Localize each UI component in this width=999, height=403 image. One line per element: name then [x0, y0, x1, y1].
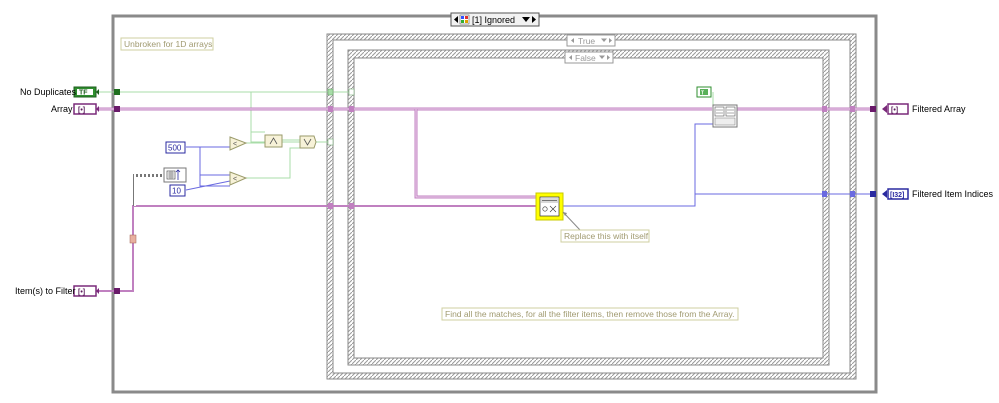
block-diagram: [1] Ignored Unbroken for 1D arrays True …	[15, 12, 994, 394]
filtered-array-label: Filtered Array	[912, 104, 966, 114]
svg-text:Find all the matches, for all: Find all the matches, for all the filter…	[445, 309, 734, 319]
svg-text:500: 500	[168, 144, 182, 153]
comment-find[interactable]: Find all the matches, for all the filter…	[441, 307, 739, 321]
comment-unbroken[interactable]: Unbroken for 1D arrays	[120, 37, 214, 51]
svg-text:TF: TF	[79, 90, 88, 97]
svg-text:Replace this with itself: Replace this with itself	[564, 231, 649, 241]
svg-text:<: <	[233, 141, 237, 148]
and-node[interactable]	[264, 134, 283, 148]
svg-text:<: <	[233, 176, 237, 183]
constant-10[interactable]: 10	[169, 184, 186, 197]
delete-from-array-node[interactable]	[712, 104, 738, 128]
svg-text:[•]: [•]	[891, 107, 898, 114]
case-selector-label: [1] Ignored	[472, 15, 515, 25]
search-subvi-node[interactable]	[535, 192, 564, 221]
less-than-node-2[interactable]: <	[229, 171, 248, 186]
filtered-item-indices-label: Filtered Item Indices	[912, 189, 994, 199]
array-label: Array	[51, 104, 73, 114]
true-case-selector[interactable]: True	[566, 34, 616, 47]
array-size-node[interactable]	[163, 167, 187, 183]
svg-text:[I32]: [I32]	[890, 192, 904, 199]
constant-500[interactable]: 500	[165, 141, 186, 154]
svg-text:10: 10	[172, 187, 181, 196]
svg-text:T: T	[701, 91, 704, 97]
true-constant[interactable]: T	[696, 86, 712, 98]
svg-text:Unbroken for 1D arrays: Unbroken for 1D arrays	[124, 39, 212, 49]
no-duplicates-label: No Duplicates	[20, 87, 77, 97]
items-to-filter-label: Item(s) to Filter	[15, 286, 76, 296]
comment-replace[interactable]: Replace this with itself	[560, 229, 650, 243]
boolean-wire	[98, 91, 352, 143]
svg-text:[•]: [•]	[78, 107, 85, 114]
svg-text:True: True	[578, 36, 595, 46]
dashed-wire	[133, 174, 163, 206]
svg-text:[•]: [•]	[78, 289, 85, 296]
false-case-selector[interactable]: False	[564, 51, 614, 64]
case-selector[interactable]: [1] Ignored	[450, 12, 540, 27]
less-than-node-1[interactable]: <	[229, 136, 248, 151]
or-node[interactable]	[299, 135, 317, 149]
svg-text:False: False	[575, 53, 596, 63]
